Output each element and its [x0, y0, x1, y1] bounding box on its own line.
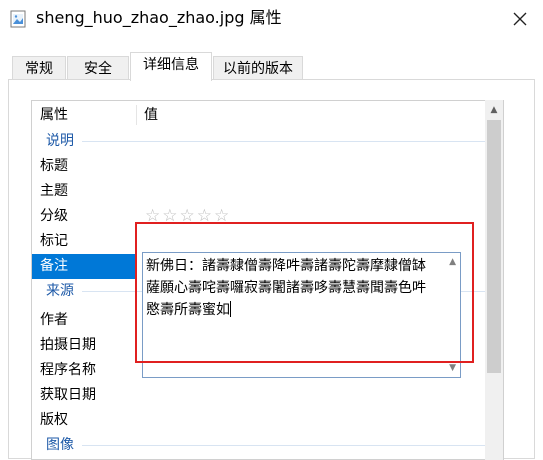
- comments-scroll-up-icon[interactable]: ▲: [449, 257, 456, 267]
- row-label: 版权: [40, 412, 68, 428]
- tab-details[interactable]: 详细信息: [130, 52, 212, 81]
- row-label: 标记: [40, 233, 68, 249]
- window-title: sheng_huo_zhao_zhao.jpg 属性: [36, 8, 282, 27]
- scroll-thumb[interactable]: [487, 120, 501, 373]
- close-icon: [513, 12, 527, 26]
- tab-bar: 常规 安全 详细信息 以前的版本: [0, 52, 543, 81]
- tab-label: 详细信息: [143, 57, 199, 73]
- section-divider: [82, 141, 493, 142]
- title-bar: sheng_huo_zhao_zhao.jpg 属性: [0, 0, 543, 38]
- tab-label: 安全: [84, 61, 112, 77]
- image-file-icon: [10, 10, 26, 28]
- close-button[interactable]: [497, 0, 543, 38]
- comments-value: 新佛日：諸壽隸僧壽降吽壽諸壽陀壽摩隸僧缽薩願心壽咤壽囉寂壽闍諸壽哆壽慧壽聞壽色吽…: [146, 258, 426, 318]
- row-rating[interactable]: 分级 ☆☆☆☆☆: [32, 204, 503, 229]
- vertical-scrollbar[interactable]: ▲: [485, 100, 503, 460]
- row-subject[interactable]: 主题: [32, 179, 503, 204]
- tab-general[interactable]: 常规: [12, 56, 66, 80]
- section-description[interactable]: 说明: [32, 129, 503, 154]
- section-label: 来源: [46, 283, 74, 299]
- row-label: 拍摄日期: [40, 337, 96, 353]
- rating-stars-icon[interactable]: ☆☆☆☆☆: [145, 204, 231, 229]
- column-header-value[interactable]: 值: [144, 101, 158, 129]
- section-divider: [82, 445, 493, 446]
- row-label: 备注: [40, 258, 68, 274]
- row-tags[interactable]: 标记: [32, 229, 503, 254]
- comments-input[interactable]: 新佛日：諸壽隸僧壽降吽壽諸壽陀壽摩隸僧缽薩願心壽咤壽囉寂壽闍諸壽哆壽慧壽聞壽色吽…: [142, 252, 461, 378]
- row-label: 程序名称: [40, 362, 96, 378]
- text-caret: [230, 301, 231, 317]
- section-label: 说明: [46, 133, 74, 149]
- column-header: 属性 值: [32, 101, 503, 129]
- column-header-property[interactable]: 属性: [40, 101, 68, 129]
- row-copyright[interactable]: 版权: [32, 408, 503, 433]
- row-label: 主题: [40, 183, 68, 199]
- row-label: 分级: [40, 208, 68, 224]
- section-label: 图像: [46, 437, 74, 453]
- comments-scroll-down-icon[interactable]: ▼: [449, 363, 456, 373]
- row-label: 作者: [40, 312, 68, 328]
- row-date-acquired[interactable]: 获取日期: [32, 383, 503, 408]
- row-title[interactable]: 标题: [32, 154, 503, 179]
- row-label: 获取日期: [40, 387, 96, 403]
- row-label: 标题: [40, 158, 68, 174]
- scroll-up-arrow-icon[interactable]: ▲: [485, 102, 503, 118]
- section-image[interactable]: 图像: [32, 433, 503, 458]
- column-divider[interactable]: [136, 105, 137, 125]
- tab-security[interactable]: 安全: [67, 56, 129, 80]
- comments-text[interactable]: 新佛日：諸壽隸僧壽降吽壽諸壽陀壽摩隸僧缽薩願心壽咤壽囉寂壽闍諸壽哆壽慧壽聞壽色吽…: [146, 255, 438, 321]
- tab-previous-versions[interactable]: 以前的版本: [213, 56, 303, 80]
- tab-label: 常规: [25, 61, 53, 77]
- tab-label: 以前的版本: [223, 61, 293, 77]
